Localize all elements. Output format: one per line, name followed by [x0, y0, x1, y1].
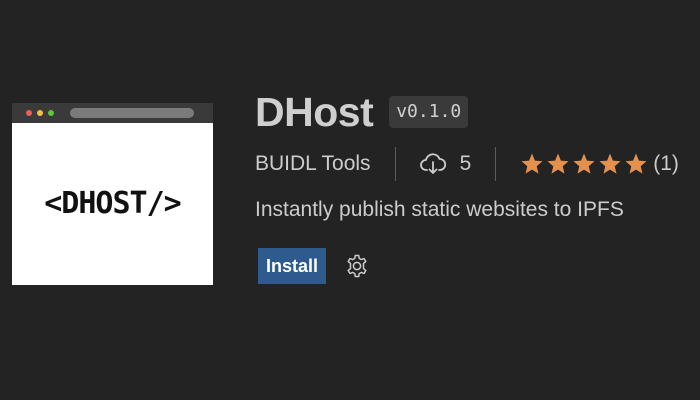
- star-icon: [599, 153, 621, 174]
- install-button[interactable]: Install: [258, 248, 327, 284]
- rating[interactable]: (1): [520, 152, 679, 176]
- extension-name: DHost: [255, 88, 374, 135]
- star-icon: [573, 153, 595, 174]
- separator: [495, 147, 497, 181]
- rating-count: (1): [653, 152, 679, 175]
- extension-description: Instantly publish static websites to IPF…: [255, 198, 624, 221]
- star-icon: [547, 153, 569, 174]
- title-row: DHost v0.1.0: [255, 88, 469, 136]
- actions-row: Install: [258, 248, 370, 284]
- icon-window-titlebar: [12, 103, 213, 123]
- window-close-dot: [26, 110, 32, 116]
- publisher-link[interactable]: BUIDL Tools: [255, 152, 371, 176]
- download-count: 5: [419, 151, 472, 177]
- star-icon: [625, 153, 647, 174]
- star-icon: [521, 153, 543, 174]
- gear-icon[interactable]: [344, 253, 370, 279]
- meta-row: BUIDL Tools 5 (1): [255, 146, 679, 182]
- separator: [394, 147, 396, 181]
- logo-text: <DHOST/>: [44, 185, 181, 221]
- version-badge: v0.1.0: [389, 96, 469, 128]
- window-minimize-dot: [37, 110, 43, 116]
- extension-icon: <DHOST/>: [12, 103, 213, 285]
- address-bar: [70, 108, 194, 118]
- window-zoom-dot: [48, 110, 54, 116]
- cloud-download-icon: [419, 153, 446, 174]
- icon-logo-area: <DHOST/>: [12, 123, 213, 285]
- rating-stars: [520, 152, 650, 176]
- download-count-value: 5: [459, 152, 472, 175]
- extension-header: <DHOST/> DHost v0.1.0 BUIDL Tools 5 (1) …: [0, 0, 700, 400]
